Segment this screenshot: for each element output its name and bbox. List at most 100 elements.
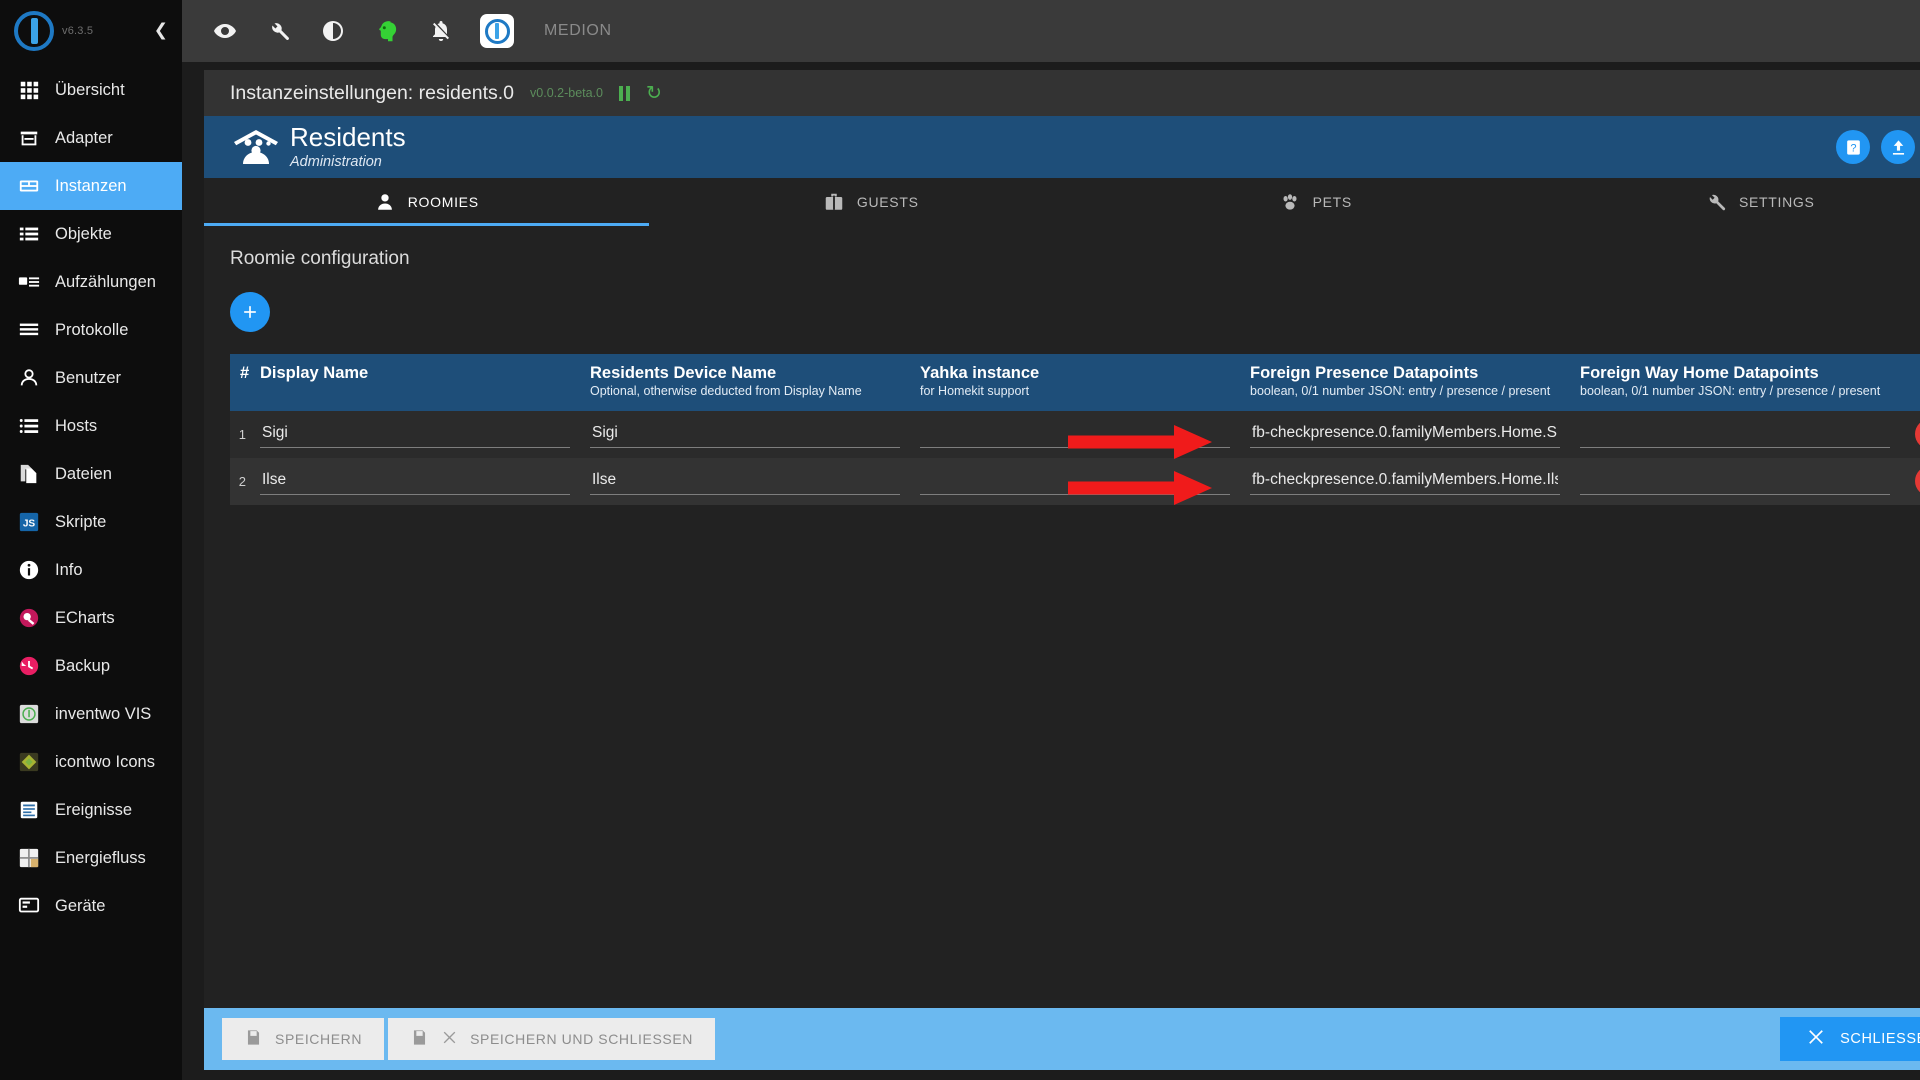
col-display-name: Display Name (250, 354, 580, 411)
sidebar-item-aufz-hlungen[interactable]: Aufzählungen (0, 258, 182, 306)
javascript-icon: JS (18, 511, 40, 533)
sidebar-item-label: Dateien (55, 464, 112, 483)
instance-settings-title: Instanzeinstellungen: residents.0 (230, 81, 515, 104)
contrast-icon[interactable] (318, 16, 348, 46)
sidebar-item-ger-te[interactable]: Geräte (0, 882, 182, 930)
instance-version-label: v0.0.2-beta.0 (530, 86, 603, 100)
tab-label: SETTINGS (1738, 194, 1815, 210)
tab-roomies[interactable]: ROOMIES (204, 178, 649, 226)
sidebar-item-objekte[interactable]: Objekte (0, 210, 182, 258)
sidebar-item-label: Protokolle (55, 320, 129, 339)
devices-icon (18, 895, 40, 917)
echarts-icon (18, 607, 40, 629)
save-icon (410, 1028, 429, 1050)
display-name-input[interactable] (260, 467, 570, 496)
inventwo-icon (18, 703, 40, 725)
col-title: Residents Device Name (590, 364, 777, 382)
row-index: 1 (238, 426, 246, 442)
foreign-presence-input[interactable] (1250, 467, 1560, 496)
section-title: Roomie configuration (230, 248, 410, 269)
device-name-input[interactable] (590, 420, 900, 449)
close-button[interactable]: SCHLIESSEN (1780, 1017, 1920, 1061)
sidebar-item-benutzer[interactable]: Benutzer (0, 354, 182, 402)
sidebar-item-instanzen[interactable]: Instanzen (0, 162, 182, 210)
col-title: Foreign Presence Datapoints (1250, 364, 1479, 382)
tab-bar: ROOMIES GUESTS PETS SETTINGS (204, 178, 1920, 226)
roomies-table-wrapper: # Display Name Residents Device Name Opt… (230, 354, 1920, 505)
foreign-presence-input[interactable] (1250, 420, 1560, 449)
save-and-close-button[interactable]: SPEICHERN UND SCHLIESSEN (388, 1018, 715, 1060)
add-roomie-button[interactable] (230, 292, 270, 332)
foreign-way-home-input[interactable] (1580, 467, 1890, 496)
col-subtitle: for Homekit support (920, 384, 1030, 398)
delete-row-button[interactable] (1915, 419, 1920, 450)
delete-row-button[interactable] (1915, 466, 1920, 497)
upload-icon[interactable] (1881, 130, 1915, 164)
cell-display-name (250, 411, 580, 458)
info-icon (18, 559, 40, 581)
iobroker-logo-icon[interactable] (480, 14, 514, 48)
sidebar-item-icontwo-icons[interactable]: icontwo Icons (0, 738, 182, 786)
wrench-icon[interactable] (264, 16, 294, 46)
refresh-icon[interactable]: ↻ (646, 82, 662, 104)
pause-icon[interactable] (619, 85, 630, 101)
chevron-left-icon[interactable]: ❮ (154, 22, 168, 40)
tab-label: PETS (1312, 194, 1352, 210)
sidebar-item-protokolle[interactable]: Protokolle (0, 306, 182, 354)
sidebar-item-hosts[interactable]: Hosts (0, 402, 182, 450)
eye-icon[interactable] (210, 16, 240, 46)
sidebar-item-adapter[interactable]: Adapter (0, 114, 182, 162)
person-icon (374, 191, 396, 213)
close-icon (1806, 1027, 1826, 1051)
sidebar-item-label: Übersicht (55, 80, 125, 99)
sidebar-item-echarts[interactable]: ECharts (0, 594, 182, 642)
sidebar-item-energiefluss[interactable]: Energiefluss (0, 834, 182, 882)
instances-icon (18, 175, 40, 197)
device-name-input[interactable] (590, 467, 900, 496)
cell-display-name (250, 458, 580, 505)
card-header-actions: ? (1836, 130, 1920, 164)
sidebar-item-dateien[interactable]: Dateien (0, 450, 182, 498)
table-body: 12 (230, 410, 1920, 505)
yahka-instance-input[interactable] (920, 420, 1230, 449)
tab-label: GUESTS (856, 194, 919, 210)
events-icon (18, 799, 40, 821)
cell-yahka-instance (910, 411, 1240, 458)
tab-pets[interactable]: PETS (1093, 178, 1538, 226)
cell-yahka-instance (910, 458, 1240, 505)
tab-guests[interactable]: GUESTS (649, 178, 1094, 226)
sidebar-item-label: Geräte (55, 896, 106, 915)
tab-label: ROOMIES (407, 194, 479, 210)
card-header: Residents Administration ? (204, 116, 1920, 178)
sidebar-item-info[interactable]: Info (0, 546, 182, 594)
sidebar-item-backup[interactable]: Backup (0, 642, 182, 690)
dialog-footer: SPEICHERN SPEICHERN UND SCHLIESSEN SCHLI… (204, 1008, 1920, 1070)
close-button-label: SCHLIESSEN (1840, 1031, 1920, 1047)
sidebar-item--bersicht[interactable]: Übersicht (0, 66, 182, 114)
card-body: Roomie configuration # Display Name Resi… (204, 226, 1920, 1008)
icontwo-icon (18, 751, 40, 773)
sidebar-item-label: Skripte (55, 512, 107, 531)
foreign-way-home-input[interactable] (1580, 420, 1890, 449)
paw-icon (1279, 191, 1301, 213)
yahka-instance-input[interactable] (920, 467, 1230, 496)
green-head-icon[interactable] (372, 16, 402, 46)
save-and-close-button-label: SPEICHERN UND SCHLIESSEN (470, 1031, 693, 1047)
save-button-label: SPEICHERN (275, 1031, 363, 1047)
help-icon[interactable]: ? (1836, 130, 1870, 164)
sidebar-item-label: inventwo VIS (55, 704, 152, 723)
notifications-off-icon[interactable] (426, 16, 456, 46)
col-foreign-presence: Foreign Presence Datapoints boolean, 0/1… (1240, 354, 1570, 411)
sidebar-item-skripte[interactable]: JS Skripte (0, 498, 182, 546)
tab-settings[interactable]: SETTINGS (1538, 178, 1920, 226)
col-subtitle: boolean, 0/1 number JSON: entry / presen… (1250, 384, 1551, 398)
cell-device-name (580, 458, 910, 505)
sidebar-item-inventwo-vis[interactable]: inventwo VIS (0, 690, 182, 738)
energyflow-icon (18, 847, 40, 869)
display-name-input[interactable] (260, 420, 570, 449)
hosts-icon (18, 415, 40, 437)
sidebar-item-ereignisse[interactable]: Ereignisse (0, 786, 182, 834)
iobroker-logo-icon (14, 11, 54, 51)
save-button[interactable]: SPEICHERN (222, 1018, 385, 1060)
sidebar-item-label: icontwo Icons (55, 752, 155, 771)
